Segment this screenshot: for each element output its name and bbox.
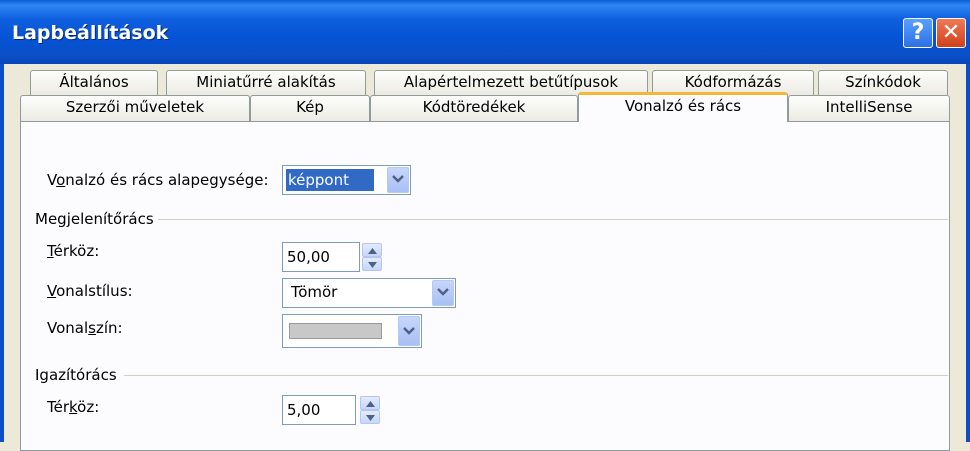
tab-miniaturre-alakitas[interactable]: Miniatűrré alakítás [166, 70, 366, 95]
tab-kep[interactable]: Kép [250, 95, 370, 121]
display-grid-line-color-label: Vonalszín: [47, 319, 123, 337]
snap-grid-spacing-label: Térköz: [47, 398, 100, 416]
snap-grid-title: Igazítórács [35, 366, 117, 384]
display-grid-spacing-spinner[interactable] [362, 243, 382, 271]
title-bar: Lapbeállítások ? ✕ [0, 0, 970, 64]
window-border-left [0, 64, 4, 442]
tab-intellisense[interactable]: IntelliSense [788, 95, 950, 121]
display-grid-spacing-input[interactable]: 50,00 [282, 242, 360, 272]
display-grid-divider [158, 219, 948, 220]
display-grid-line-style-value: Tömör [291, 283, 338, 301]
window-title: Lapbeállítások [12, 22, 169, 44]
snap-grid-spacing-input[interactable]: 5,00 [282, 395, 356, 425]
spin-up-icon[interactable] [362, 243, 382, 257]
display-grid-line-style-select[interactable]: Tömör [282, 278, 456, 308]
tab-altalanos[interactable]: Általános [30, 70, 158, 95]
tab-szerzoi-muveletek[interactable]: Szerzői műveletek [20, 95, 250, 121]
spin-down-icon[interactable] [360, 410, 380, 424]
spin-up-icon[interactable] [360, 396, 380, 410]
line-color-swatch [289, 323, 382, 339]
display-grid-line-color-picker[interactable] [282, 314, 422, 348]
close-button[interactable]: ✕ [936, 18, 966, 48]
tab-szinkodok[interactable]: Színkódok [818, 70, 948, 95]
chevron-down-icon[interactable] [398, 316, 420, 346]
snap-grid-divider [124, 375, 948, 376]
tab-vonalzo-es-racs[interactable]: Vonalzó és rács [578, 92, 788, 122]
spin-down-icon[interactable] [362, 257, 382, 271]
display-grid-spacing-label: Térköz: [47, 242, 100, 260]
window-border-right [966, 64, 970, 442]
chevron-down-icon[interactable] [387, 167, 409, 193]
tab-kodtoredekek[interactable]: Kódtöredékek [370, 95, 578, 121]
ruler-unit-label: Vonalzó és rács alapegysége: [47, 171, 269, 189]
ruler-unit-select[interactable]: képpont [282, 165, 411, 195]
display-grid-title: Megjelenítőrács [35, 210, 154, 228]
ruler-unit-value: képpont [286, 169, 374, 191]
chevron-down-icon[interactable] [432, 280, 454, 306]
help-button[interactable]: ? [903, 18, 933, 48]
display-grid-line-style-label: Vonalstílus: [47, 282, 133, 300]
snap-grid-spacing-spinner[interactable] [360, 396, 380, 424]
